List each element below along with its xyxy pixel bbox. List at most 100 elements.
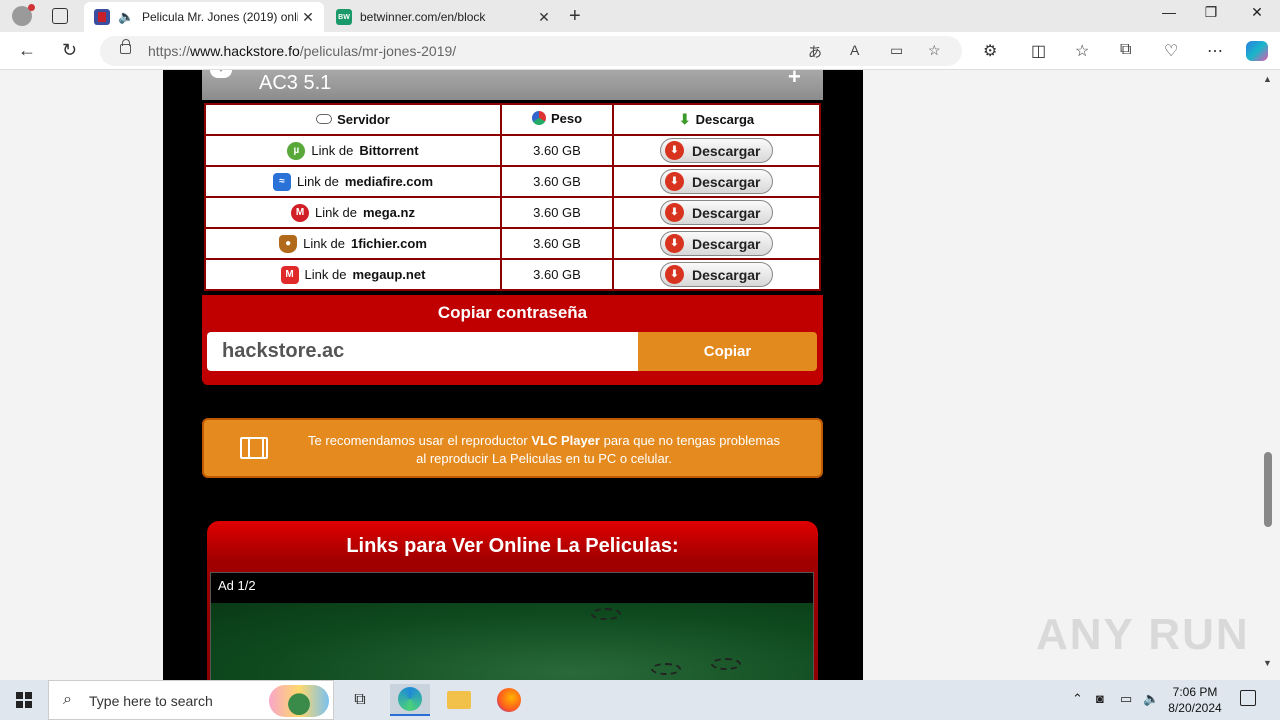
extensions-icon[interactable]: ⚙ [983,41,997,61]
url-text[interactable]: https://www.hackstore.fo/peliculas/mr-jo… [148,43,456,59]
immersive-reader-icon[interactable]: ▭ [890,42,903,59]
performance-icon[interactable]: ♡ [1164,41,1178,61]
table-row: ● Link de 1fichier.com 3.60 GB ⬇ Descargar [204,227,821,260]
copy-password-button[interactable]: Copiar [638,332,817,371]
explorer-taskbar-button[interactable] [439,684,479,716]
tab-actions-icon[interactable] [52,8,68,24]
browser-toolbar: ← ↻ https://www.hackstore.fo/peliculas/m… [0,32,1280,70]
table-row: M Link de mega.nz 3.60 GB ⬇ Descargar [204,196,821,229]
download-icon: ▼ [210,70,232,78]
download-button-icon: ⬇ [665,141,684,160]
scrollbar-thumb[interactable] [1264,452,1272,527]
scroll-down-icon[interactable]: ▼ [1263,658,1272,668]
favorite-star-icon[interactable]: ☆ [928,42,941,59]
table-row: µ Link de Bittorrent 3.60 GB ⬇ Descargar [204,134,821,167]
download-button[interactable]: ⬇ Descargar [660,262,773,287]
windows-start-icon[interactable] [16,692,32,708]
lock-icon[interactable] [120,39,131,54]
download-button-icon: ⬇ [665,234,684,253]
online-links-section: Links para Ver Online La Peliculas: Ad 1… [207,521,818,680]
ad-image[interactable] [211,603,813,680]
firefox-icon [497,688,521,712]
edge-taskbar-button[interactable] [390,684,430,716]
file-size: 3.60 GB [500,258,614,291]
tray-chevron-icon[interactable]: ⌃ [1072,691,1083,707]
film-icon [240,437,268,459]
close-window-icon[interactable]: ✕ [1234,4,1280,21]
password-box: Copiar contraseña hackstore.ac Copiar [202,295,823,385]
tab-title: Pelicula Mr. Jones (2019) online [142,10,298,24]
mediafire-icon: ≈ [272,172,291,191]
download-button[interactable]: ⬇ Descargar [660,169,773,194]
close-tab-icon[interactable]: ✕ [534,9,554,26]
ad-frame[interactable]: Ad 1/2 [210,572,814,680]
profile-avatar-icon[interactable] [12,4,35,26]
download-button[interactable]: ⬇ Descargar [660,200,773,225]
anyrun-watermark: ANY RUN [1036,610,1250,659]
clock-time: 7:06 PM [1172,685,1218,699]
table-row: M Link de megaup.net 3.60 GB ⬇ Descargar [204,258,821,291]
header-size: Peso [500,103,614,136]
restore-icon[interactable]: ❐ [1188,4,1234,21]
search-placeholder: Type here to search [89,693,213,709]
tab-strip: 🔈 Pelicula Mr. Jones (2019) online ✕ BW … [0,0,1280,32]
tab-active[interactable]: 🔈 Pelicula Mr. Jones (2019) online ✕ [84,2,324,32]
edge-icon [398,687,422,711]
firefox-taskbar-button[interactable] [489,684,529,716]
web-viewport: ▼ AC3 5.1 + Servidor Peso ⬇Descarga µLin… [0,70,1280,680]
file-size: 3.60 GB [500,165,614,198]
mega-icon: M [291,203,310,222]
header-download: ⬇ Descarga [612,103,821,136]
page-content: ▼ AC3 5.1 + Servidor Peso ⬇Descarga µLin… [163,70,863,680]
split-screen-icon[interactable]: ◫ [1031,41,1046,61]
read-aloud-icon[interactable]: A [850,42,859,58]
tab-title: betwinner.com/en/block [360,10,486,24]
bittorrent-icon: µ [287,141,306,160]
translate-icon[interactable]: あ [808,42,822,62]
network-icon[interactable]: ▭ [1120,691,1132,707]
clock-date: 8/20/2024 [1168,701,1222,715]
cloud-icon [316,114,333,125]
hackstore-favicon-icon [94,9,110,25]
speaker-icon[interactable]: 🔈 [118,9,134,25]
ad-label: Ad 1/2 [218,578,256,593]
taskbar-search[interactable]: ⌕ Type here to search [48,680,334,720]
volume-icon[interactable]: 🔈 [1143,691,1159,707]
more-menu-icon[interactable]: ⋯ [1207,41,1223,61]
download-button[interactable]: ⬇ Descargar [660,231,773,256]
collections-icon[interactable]: ⧉ [1120,41,1131,59]
1fichier-icon: ● [279,234,298,253]
back-icon[interactable]: ← [18,40,36,61]
copilot-icon[interactable] [1246,41,1268,61]
table-row: ≈ Link de mediafire.com 3.60 GB ⬇ Descargar [204,165,821,198]
tab-inactive[interactable]: BW betwinner.com/en/block ✕ [326,2,560,32]
header-server: Servidor [204,103,502,136]
notification-icon[interactable] [1240,690,1256,706]
close-tab-icon[interactable]: ✕ [298,9,318,26]
poker-chip-icon [711,658,741,670]
vlc-text: Te recomendamos usar el reproductor VLC … [308,433,780,466]
file-size: 3.60 GB [500,227,614,260]
refresh-icon[interactable]: ↻ [62,40,77,61]
password-field[interactable]: hackstore.ac [207,332,638,371]
download-button[interactable]: ⬇ Descargar [660,138,773,163]
online-links-title: Links para Ver Online La Peliculas: [346,535,679,557]
poker-chip-icon [591,608,621,620]
favorites-icon[interactable]: ☆ [1075,41,1089,61]
quality-header: ▼ AC3 5.1 + [202,70,823,100]
address-bar[interactable]: https://www.hackstore.fo/peliculas/mr-jo… [100,36,962,66]
vlc-recommendation: Te recomendamos usar el reproductor VLC … [202,418,823,478]
poker-chip-icon [651,663,681,675]
new-tab-icon[interactable]: + [569,5,581,28]
tray-app-icon[interactable]: ◙ [1096,691,1104,706]
download-arrow-icon: ⬇ [678,111,691,127]
download-button-icon: ⬇ [665,172,684,191]
task-view-icon: ⧉ [354,691,366,708]
page-scrollbar[interactable]: ▲ ▼ [1262,70,1274,680]
clock[interactable]: 7:06 PM 8/20/2024 [1160,684,1230,716]
minimize-icon[interactable]: — [1146,4,1192,20]
scroll-up-icon[interactable]: ▲ [1263,74,1272,84]
plus-icon[interactable]: + [788,70,801,90]
task-view-button[interactable]: ⧉ [340,684,380,716]
betwinner-favicon-icon: BW [336,9,352,25]
